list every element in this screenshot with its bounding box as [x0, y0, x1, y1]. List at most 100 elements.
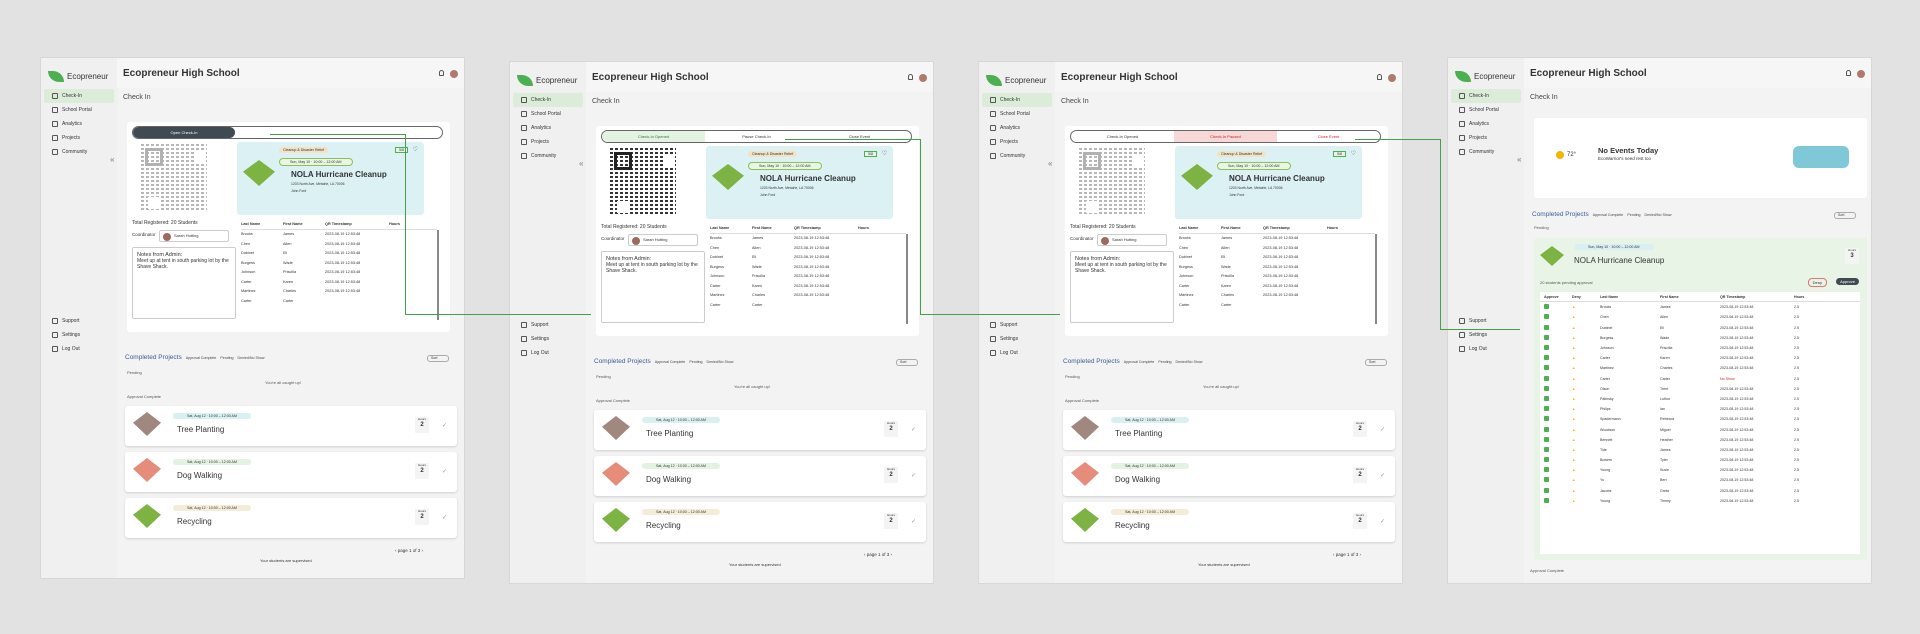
- project-card[interactable]: Sat, Aug 12 · 10:00 – 12:00 AM Recycling H…: [1063, 502, 1395, 542]
- sidebar-item-logout[interactable]: Log Out: [513, 346, 583, 360]
- avatar[interactable]: [1388, 74, 1396, 82]
- sidebar-item-support[interactable]: Support: [1451, 314, 1521, 328]
- collapse-icon[interactable]: «: [1517, 155, 1521, 164]
- sidebar-item-support[interactable]: Support: [982, 318, 1052, 332]
- sidebar-item-logout[interactable]: Log Out: [1451, 342, 1521, 356]
- checkin-opened-tab[interactable]: Check-In Opened: [1071, 131, 1174, 142]
- project-card[interactable]: Sat, Aug 12 · 10:00 – 12:00 AM Recycling H…: [125, 498, 457, 538]
- sidebar-item-settings[interactable]: Settings: [513, 332, 583, 346]
- sidebar-item-community[interactable]: Community: [1451, 145, 1521, 159]
- favorite-icon[interactable]: ♡: [1351, 150, 1356, 157]
- sidebar-item-checkin[interactable]: Check-In: [513, 93, 583, 107]
- bell-icon[interactable]: [1846, 70, 1851, 76]
- approve-checkbox[interactable]: [1544, 395, 1549, 401]
- sort-dropdown[interactable]: Sort: [896, 359, 918, 366]
- sidebar-item-support[interactable]: Support: [44, 314, 114, 328]
- approve-checkbox[interactable]: [1544, 345, 1549, 351]
- sidebar-item-support[interactable]: Support: [513, 318, 583, 332]
- approve-checkbox[interactable]: [1544, 314, 1549, 320]
- sort-dropdown[interactable]: Sort: [427, 355, 449, 362]
- sidebar-item-projects[interactable]: Projects: [513, 135, 583, 149]
- approve-checkbox[interactable]: [1544, 375, 1549, 381]
- avatar[interactable]: [450, 70, 458, 78]
- bell-icon[interactable]: [439, 70, 444, 76]
- favorite-icon[interactable]: ♡: [413, 146, 418, 153]
- approve-checkbox[interactable]: [1544, 304, 1549, 310]
- approve-checkbox[interactable]: [1544, 355, 1549, 361]
- sidebar-item-settings[interactable]: Settings: [44, 328, 114, 342]
- checkin-toggle[interactable]: Check-In Opened Check-In Paused Close Even…: [1070, 130, 1381, 143]
- pause-checkin-tab[interactable]: Pause Check-In: [705, 131, 808, 142]
- deny-all-button[interactable]: Deny: [1807, 278, 1827, 287]
- collapse-icon[interactable]: «: [110, 155, 114, 164]
- pagination[interactable]: ‹ page 1 of 3 ›: [1333, 552, 1361, 557]
- approve-checkbox[interactable]: [1544, 497, 1549, 503]
- favorite-icon[interactable]: ♡: [882, 150, 887, 157]
- pagination[interactable]: ‹ page 1 of 3 ›: [864, 552, 892, 557]
- sidebar-item-settings[interactable]: Settings: [1451, 328, 1521, 342]
- pagination[interactable]: ‹ page 1 of 3 ›: [395, 548, 423, 553]
- sidebar-item-checkin[interactable]: Check-In: [44, 89, 114, 103]
- approve-checkbox[interactable]: [1544, 324, 1549, 330]
- open-checkin-button[interactable]: Open Check-In: [133, 127, 235, 138]
- approve-checkbox[interactable]: [1544, 467, 1549, 473]
- checkin-paused-tab[interactable]: Check-In Paused: [1174, 131, 1277, 142]
- deny-icon: ▲: [1572, 488, 1576, 493]
- sidebar-item-checkin[interactable]: Check-In: [1451, 89, 1521, 103]
- approve-checkbox[interactable]: [1544, 385, 1549, 391]
- sidebar-item-school-portal[interactable]: School Portal: [513, 107, 583, 121]
- sidebar-item-logout[interactable]: Log Out: [44, 342, 114, 356]
- sidebar-item-projects[interactable]: Projects: [44, 131, 114, 145]
- sort-dropdown[interactable]: Sort: [1365, 359, 1387, 366]
- table-row: Brooks James 2023-08-19 12:53:48: [1179, 236, 1299, 241]
- approve-checkbox[interactable]: [1544, 426, 1549, 432]
- collapse-icon[interactable]: «: [1048, 159, 1052, 168]
- checkin-toggle[interactable]: Open Check-In: [132, 126, 443, 139]
- sidebar-item-analytics[interactable]: Analytics: [513, 121, 583, 135]
- table-scrollbar[interactable]: [1375, 234, 1377, 324]
- sidebar-item-community[interactable]: Community: [513, 149, 583, 163]
- approve-all-button[interactable]: Approve: [1836, 278, 1859, 285]
- bell-icon[interactable]: [908, 74, 913, 80]
- approve-checkbox[interactable]: [1544, 365, 1549, 371]
- close-event-tab[interactable]: Close Event: [808, 131, 911, 142]
- sidebar-item-community[interactable]: Community: [982, 149, 1052, 163]
- bell-icon[interactable]: [1377, 74, 1382, 80]
- close-event-tab[interactable]: Close Event: [1277, 131, 1380, 142]
- approve-checkbox[interactable]: [1544, 436, 1549, 442]
- sort-dropdown[interactable]: Sort: [1834, 212, 1856, 219]
- project-card[interactable]: Sat, Aug 12 · 10:00 – 12:00 AM Dog Walkin…: [1063, 456, 1395, 496]
- approve-checkbox[interactable]: [1544, 334, 1549, 340]
- project-card[interactable]: Sat, Aug 12 · 10:00 – 12:00 AM Tree Plant…: [594, 410, 926, 450]
- approve-checkbox[interactable]: [1544, 477, 1549, 483]
- sidebar-item-checkin[interactable]: Check-In: [982, 93, 1052, 107]
- sidebar-item-settings[interactable]: Settings: [982, 332, 1052, 346]
- collapse-icon[interactable]: «: [579, 159, 583, 168]
- checkin-toggle[interactable]: Check-In Opened Pause Check-In Close Event: [601, 130, 912, 143]
- sidebar-item-analytics[interactable]: Analytics: [44, 117, 114, 131]
- avatar[interactable]: [1857, 70, 1865, 78]
- approve-checkbox[interactable]: [1544, 446, 1549, 452]
- approve-checkbox[interactable]: [1544, 457, 1549, 463]
- sidebar-item-school-portal[interactable]: School Portal: [1451, 103, 1521, 117]
- table-scrollbar[interactable]: [437, 230, 439, 320]
- approve-checkbox[interactable]: [1544, 406, 1549, 412]
- project-card[interactable]: Sat, Aug 12 · 10:00 – 12:00 AM Tree Plant…: [1063, 410, 1395, 450]
- sidebar-item-projects[interactable]: Projects: [982, 135, 1052, 149]
- table-scrollbar[interactable]: [906, 234, 908, 324]
- sidebar-item-community[interactable]: Community: [44, 145, 114, 159]
- sidebar-item-projects[interactable]: Projects: [1451, 131, 1521, 145]
- project-card[interactable]: Sat, Aug 12 · 10:00 – 12:00 AM Dog Walkin…: [125, 452, 457, 492]
- sidebar-item-logout[interactable]: Log Out: [982, 346, 1052, 360]
- approve-checkbox[interactable]: [1544, 416, 1549, 422]
- sidebar-item-school-portal[interactable]: School Portal: [982, 107, 1052, 121]
- sidebar-item-school-portal[interactable]: School Portal: [44, 103, 114, 117]
- project-card[interactable]: Sat, Aug 12 · 10:00 – 12:00 AM Tree Plant…: [125, 406, 457, 446]
- project-card[interactable]: Sat, Aug 12 · 10:00 – 12:00 AM Recycling H…: [594, 502, 926, 542]
- project-card[interactable]: Sat, Aug 12 · 10:00 – 12:00 AM Dog Walkin…: [594, 456, 926, 496]
- checkin-opened-tab[interactable]: Check-In Opened: [602, 131, 705, 142]
- avatar[interactable]: [919, 74, 927, 82]
- sidebar-item-analytics[interactable]: Analytics: [1451, 117, 1521, 131]
- sidebar-item-analytics[interactable]: Analytics: [982, 121, 1052, 135]
- approve-checkbox[interactable]: [1544, 487, 1549, 493]
